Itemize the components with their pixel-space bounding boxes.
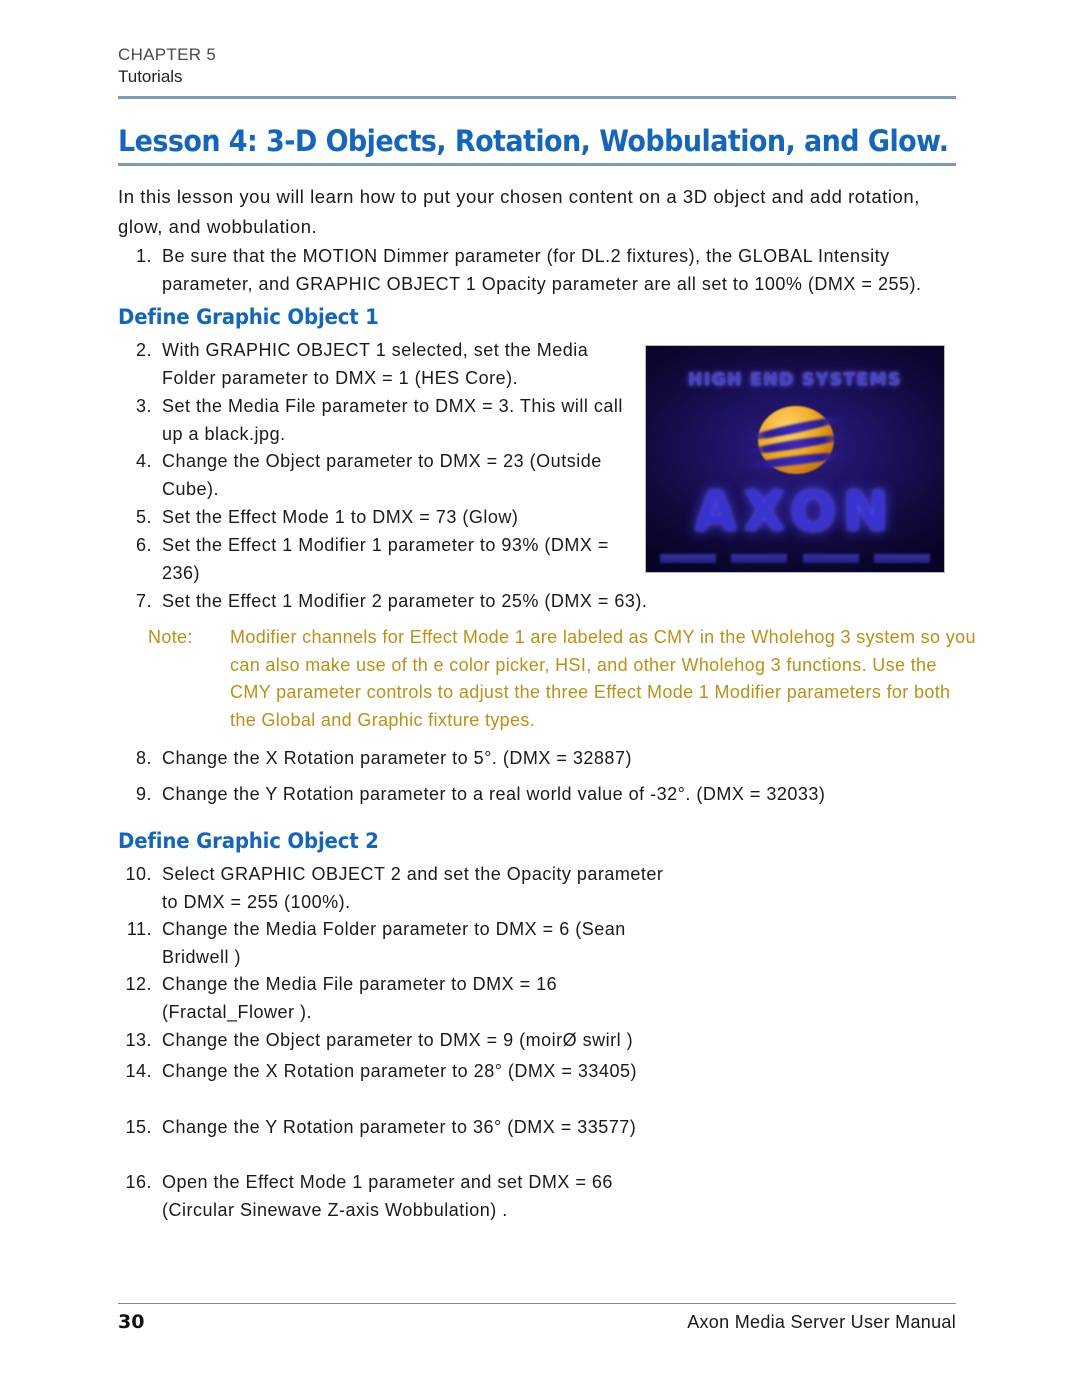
step-number: 5. — [135, 507, 152, 527]
step-item: 8. Change the X Rotation parameter to 5°… — [118, 744, 978, 772]
step-number: 13. — [125, 1030, 152, 1050]
step-number: 12. — [125, 974, 152, 994]
step-text: Set the Effect 1 Modifier 1 parameter to… — [162, 535, 609, 583]
figure-button — [802, 554, 859, 563]
note-label: Note: — [148, 627, 193, 647]
step-number: 16. — [125, 1172, 152, 1192]
step-text: Set the Media File parameter to DMX = 3.… — [162, 396, 623, 444]
step-text: Change the X Rotation parameter to 5°. (… — [162, 748, 632, 768]
document-page: CHAPTER 5 Tutorials Lesson 4: 3-D Object… — [0, 0, 1080, 1388]
step-text: Set the Effect 1 Modifier 2 parameter to… — [162, 591, 648, 611]
intro-paragraph: In this lesson you will learn how to put… — [118, 186, 920, 237]
axon-wordmark: AXON — [694, 480, 896, 543]
step-text: Select GRAPHIC OBJECT 2 and set the Opac… — [162, 864, 664, 912]
step-item: 3. Set the Media File parameter to DMX =… — [118, 392, 628, 448]
title-rule — [118, 163, 956, 166]
step-item: 4. Change the Object parameter to DMX = … — [118, 447, 628, 503]
step-item: 1. Be sure that the MOTION Dimmer parame… — [118, 242, 958, 298]
figure-button — [660, 554, 716, 563]
page-title: Lesson 4: 3-D Objects, Rotation, Wobbula… — [118, 124, 949, 158]
running-header: CHAPTER 5 Tutorials — [118, 44, 958, 88]
step-text: Be sure that the MOTION Dimmer parameter… — [162, 246, 922, 294]
note-text: Modifier channels for Effect Mode 1 are … — [230, 627, 976, 730]
step-number: 7. — [135, 591, 152, 611]
chapter-label: CHAPTER 5 — [118, 45, 217, 64]
figure-button-row — [660, 554, 930, 563]
step-item: 5. Set the Effect Mode 1 to DMX = 73 (Gl… — [118, 503, 628, 531]
step-text: Change the Media File parameter to DMX =… — [162, 974, 558, 1022]
step-item: 2. With GRAPHIC OBJECT 1 selected, set t… — [118, 336, 628, 392]
axon-screenshot-figure: HIGH END SYSTEMS AXON — [645, 345, 945, 573]
heading-define-graphic-object-2: Define Graphic Object 2 — [118, 829, 379, 853]
step-item: 9. Change the Y Rotation parameter to a … — [118, 780, 998, 808]
step-number: 9. — [135, 784, 152, 804]
high-end-systems-wordmark: HIGH END SYSTEMS — [688, 370, 902, 390]
note-block: Note: Modifier channels for Effect Mode … — [148, 624, 978, 734]
step-text: Set the Effect Mode 1 to DMX = 73 (Glow) — [162, 507, 519, 527]
step-number: 1. — [135, 246, 152, 266]
section-label: Tutorials — [118, 67, 183, 86]
step-number: 4. — [135, 451, 152, 471]
step-text: Change the Media Folder parameter to DMX… — [162, 919, 626, 967]
step-item: 11. Change the Media Folder parameter to… — [118, 915, 678, 971]
step-text: With GRAPHIC OBJECT 1 selected, set the … — [162, 340, 589, 388]
step-number: 15. — [125, 1117, 152, 1137]
step-item: 7. Set the Effect 1 Modifier 2 parameter… — [118, 587, 958, 615]
figure-button — [731, 554, 788, 563]
heading-define-graphic-object-1: Define Graphic Object 1 — [118, 305, 379, 329]
step-number: 11. — [126, 919, 152, 939]
step-number: 2. — [135, 340, 152, 360]
figure-button — [873, 554, 930, 563]
step-number: 10. — [125, 864, 152, 884]
step-text: Change the Y Rotation parameter to a rea… — [162, 784, 826, 804]
step-text: Change the Y Rotation parameter to 36° (… — [162, 1117, 637, 1137]
footer-rule — [118, 1303, 956, 1304]
page-number: 30 — [118, 1311, 145, 1333]
manual-title: Axon Media Server User Manual — [687, 1312, 956, 1332]
step-item: 6. Set the Effect 1 Modifier 1 parameter… — [118, 531, 628, 587]
step-item: 16. Open the Effect Mode 1 parameter and… — [118, 1168, 678, 1224]
step-number: 8. — [135, 748, 152, 768]
step-item: 12. Change the Media File parameter to D… — [118, 970, 638, 1026]
step-text: Change the X Rotation parameter to 28° (… — [162, 1061, 637, 1081]
step-number: 14. — [125, 1061, 152, 1081]
step-item: 13. Change the Object parameter to DMX =… — [118, 1026, 738, 1054]
header-rule — [118, 96, 956, 99]
step-text: Change the Object parameter to DMX = 9 (… — [162, 1030, 634, 1050]
step-text: Open the Effect Mode 1 parameter and set… — [162, 1172, 613, 1220]
step-number: 6. — [135, 535, 152, 555]
step-item: 14. Change the X Rotation parameter to 2… — [118, 1057, 638, 1085]
step-item: 10. Select GRAPHIC OBJECT 2 and set the … — [118, 860, 678, 916]
step-text: Change the Object parameter to DMX = 23 … — [162, 451, 602, 499]
step-item: 15. Change the Y Rotation parameter to 3… — [118, 1113, 638, 1141]
step-number: 3. — [135, 396, 152, 416]
